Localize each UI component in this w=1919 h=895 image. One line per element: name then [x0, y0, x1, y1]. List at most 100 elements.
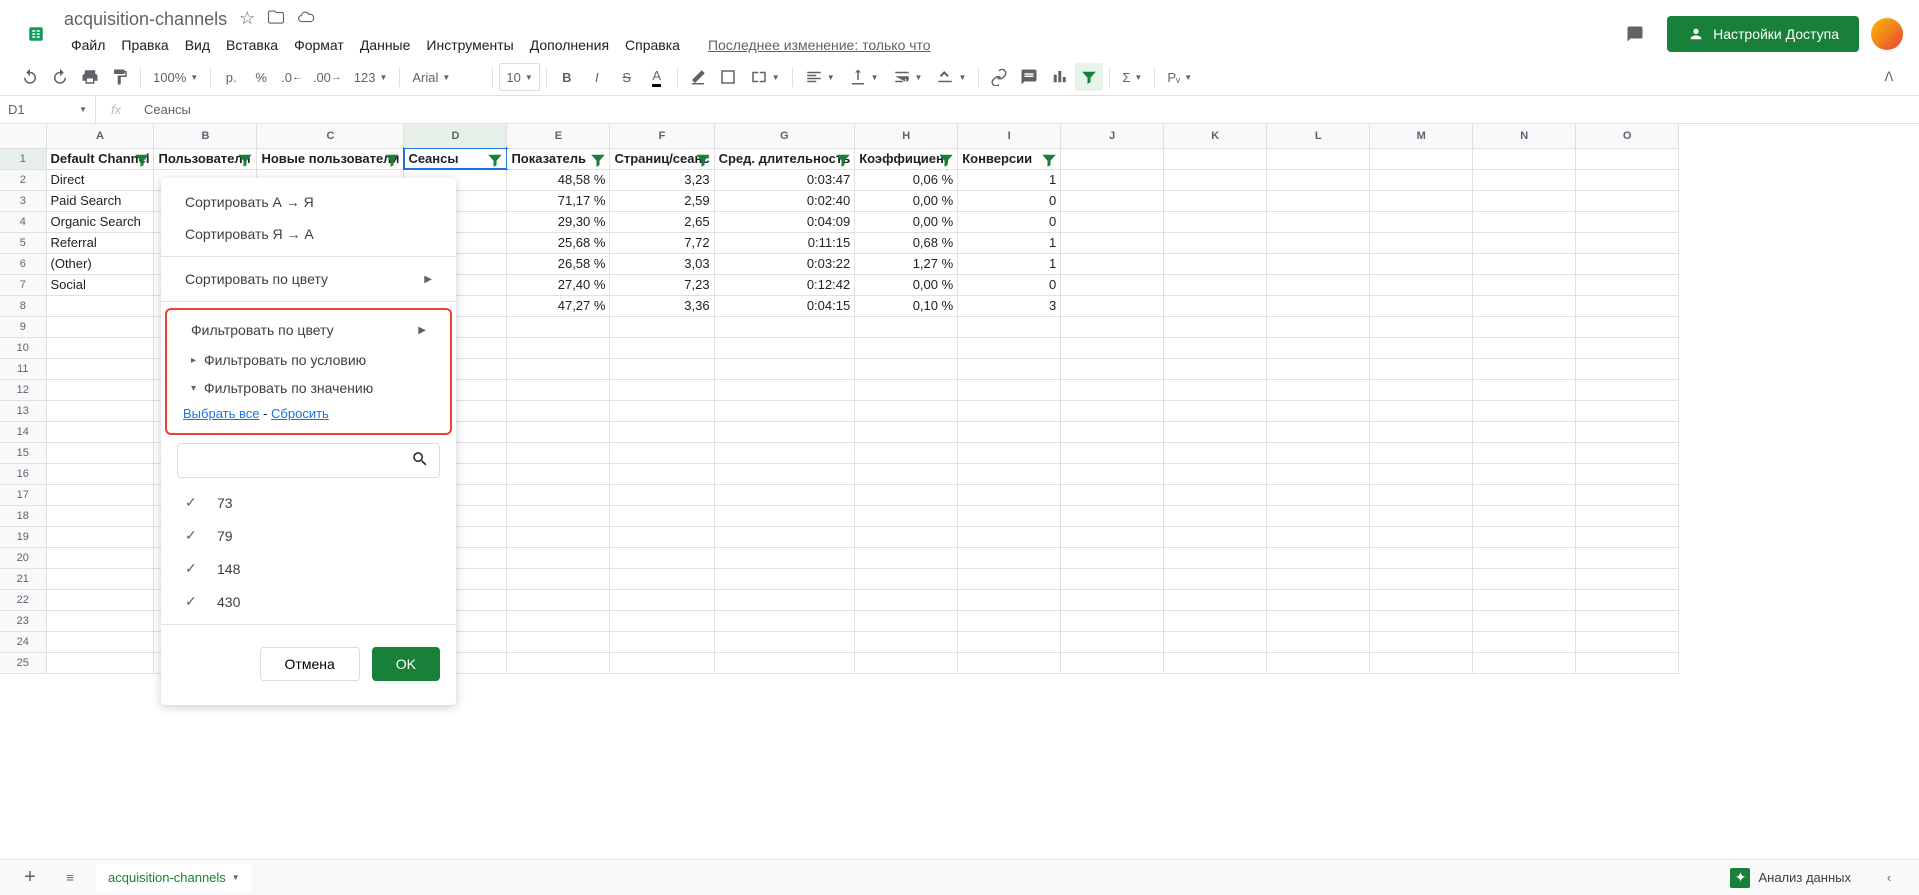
- cell[interactable]: [1267, 652, 1370, 673]
- star-icon[interactable]: ☆: [239, 8, 255, 31]
- column-header[interactable]: G: [714, 124, 855, 148]
- cell[interactable]: [1473, 253, 1576, 274]
- cell[interactable]: [1473, 337, 1576, 358]
- name-box[interactable]: D1▼: [0, 96, 96, 123]
- cell[interactable]: [610, 316, 714, 337]
- row-header[interactable]: 21: [0, 568, 46, 589]
- valign-button[interactable]: ▼: [843, 63, 885, 91]
- cell[interactable]: [507, 316, 610, 337]
- cell[interactable]: [1370, 631, 1473, 652]
- cell[interactable]: [1267, 316, 1370, 337]
- column-header[interactable]: B: [154, 124, 257, 148]
- column-header[interactable]: C: [257, 124, 404, 148]
- header-cell[interactable]: Страниц/сеанс: [610, 148, 714, 169]
- cell[interactable]: [1370, 652, 1473, 673]
- cell[interactable]: [1370, 295, 1473, 316]
- column-header[interactable]: N: [1473, 124, 1576, 148]
- cell[interactable]: [855, 442, 958, 463]
- row-header[interactable]: 4: [0, 211, 46, 232]
- cell[interactable]: [714, 652, 855, 673]
- ok-button[interactable]: OK: [372, 647, 440, 681]
- cell[interactable]: [1061, 400, 1164, 421]
- row-header[interactable]: 20: [0, 547, 46, 568]
- cell[interactable]: [714, 442, 855, 463]
- row-header[interactable]: 3: [0, 190, 46, 211]
- cell[interactable]: [958, 505, 1061, 526]
- cell[interactable]: [1576, 505, 1679, 526]
- add-sheet-button[interactable]: +: [16, 864, 44, 892]
- cell[interactable]: [1267, 295, 1370, 316]
- cell[interactable]: [1267, 589, 1370, 610]
- cell[interactable]: [958, 484, 1061, 505]
- font-size-select[interactable]: 10▼: [499, 63, 539, 91]
- cell[interactable]: [714, 547, 855, 568]
- cell[interactable]: [1473, 589, 1576, 610]
- cell[interactable]: 1: [958, 169, 1061, 190]
- cell[interactable]: [1473, 295, 1576, 316]
- row-header[interactable]: 9: [0, 316, 46, 337]
- chart-button[interactable]: [1045, 63, 1073, 91]
- cell[interactable]: 48,58 %: [507, 169, 610, 190]
- header-cell[interactable]: Сеансы: [404, 148, 507, 169]
- cell[interactable]: [855, 358, 958, 379]
- cell[interactable]: [46, 610, 154, 631]
- cell[interactable]: [46, 568, 154, 589]
- cell[interactable]: [1576, 400, 1679, 421]
- column-header[interactable]: O: [1576, 124, 1679, 148]
- cell[interactable]: [1473, 190, 1576, 211]
- cell[interactable]: [1061, 589, 1164, 610]
- column-header[interactable]: L: [1267, 124, 1370, 148]
- cell[interactable]: [1164, 295, 1267, 316]
- cell[interactable]: [958, 589, 1061, 610]
- column-header[interactable]: K: [1164, 124, 1267, 148]
- cell[interactable]: [714, 358, 855, 379]
- cell[interactable]: [1370, 169, 1473, 190]
- cell[interactable]: [1370, 211, 1473, 232]
- cell[interactable]: [46, 547, 154, 568]
- cell[interactable]: 3,36: [610, 295, 714, 316]
- font-select[interactable]: Arial▼: [406, 63, 486, 91]
- cell[interactable]: [1473, 547, 1576, 568]
- cell[interactable]: [610, 610, 714, 631]
- cell[interactable]: 0:02:40: [714, 190, 855, 211]
- cell[interactable]: [1473, 442, 1576, 463]
- inc-decimal-button[interactable]: .00→: [309, 63, 346, 91]
- cell[interactable]: [1473, 421, 1576, 442]
- cell[interactable]: 0,00 %: [855, 190, 958, 211]
- cell[interactable]: [1370, 232, 1473, 253]
- cell[interactable]: [855, 421, 958, 442]
- cell[interactable]: 0: [958, 190, 1061, 211]
- cell[interactable]: [1164, 547, 1267, 568]
- last-edit-link[interactable]: Последнее изменение: только что: [701, 33, 938, 57]
- header-cell[interactable]: [1061, 148, 1164, 169]
- cell[interactable]: [46, 484, 154, 505]
- cell[interactable]: [1061, 337, 1164, 358]
- header-cell[interactable]: Конверсии: [958, 148, 1061, 169]
- cell[interactable]: [1576, 631, 1679, 652]
- italic-button[interactable]: I: [583, 63, 611, 91]
- macro-button[interactable]: Рᵥ▼: [1161, 63, 1198, 91]
- filter-by-value[interactable]: ▾Фильтровать по значению: [167, 374, 450, 402]
- cell[interactable]: 0:12:42: [714, 274, 855, 295]
- cell[interactable]: [1576, 337, 1679, 358]
- cell[interactable]: [1061, 526, 1164, 547]
- cell[interactable]: [1164, 358, 1267, 379]
- cell[interactable]: [958, 316, 1061, 337]
- cell[interactable]: [1473, 316, 1576, 337]
- cell[interactable]: 27,40 %: [507, 274, 610, 295]
- column-header[interactable]: E: [507, 124, 610, 148]
- cell[interactable]: [1576, 232, 1679, 253]
- cell[interactable]: [714, 631, 855, 652]
- cell[interactable]: [1473, 400, 1576, 421]
- cell[interactable]: [1370, 568, 1473, 589]
- cell[interactable]: [1164, 337, 1267, 358]
- cell[interactable]: [855, 568, 958, 589]
- cell[interactable]: [610, 631, 714, 652]
- row-header[interactable]: 17: [0, 484, 46, 505]
- cell[interactable]: [1267, 190, 1370, 211]
- filter-value-item[interactable]: ✓430: [177, 585, 440, 618]
- cell[interactable]: [1061, 211, 1164, 232]
- cell[interactable]: [46, 379, 154, 400]
- move-icon[interactable]: [267, 8, 285, 31]
- cell[interactable]: 0,06 %: [855, 169, 958, 190]
